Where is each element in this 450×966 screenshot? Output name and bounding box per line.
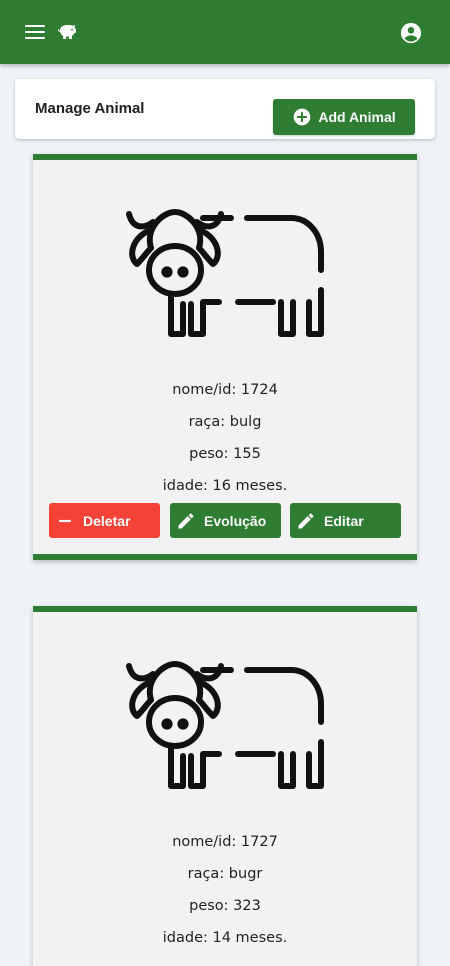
animal-card: nome/id: 1724 raça: bulg peso: 155 idade…	[33, 154, 417, 560]
app-bar	[0, 0, 450, 64]
edit-label: Editar	[324, 512, 364, 529]
cow-icon	[123, 660, 329, 792]
delete-label: Deletar	[83, 512, 131, 529]
animal-card: nome/id: 1727 raça: bugr peso: 323 idade…	[33, 606, 417, 966]
edit-button[interactable]: Editar	[290, 503, 401, 538]
delete-button[interactable]: Deletar	[49, 503, 160, 538]
piggy-bank-icon[interactable]	[56, 20, 80, 44]
evolution-button[interactable]: Evolução	[170, 503, 281, 538]
manage-animal-header: Manage Animal Add Animal	[15, 79, 435, 139]
pencil-icon	[178, 512, 194, 528]
account-circle-icon[interactable]	[400, 22, 422, 44]
add-circle-icon	[294, 108, 311, 126]
animal-weight: peso: 323	[189, 898, 261, 914]
remove-icon	[59, 519, 71, 522]
animal-age: idade: 16 meses.	[162, 478, 288, 494]
animal-age: idade: 14 meses.	[162, 930, 288, 946]
cow-icon	[123, 208, 329, 340]
add-animal-button[interactable]: Add Animal	[273, 99, 415, 135]
animal-id: nome/id: 1727	[172, 834, 278, 850]
menu-icon[interactable]	[24, 23, 46, 41]
animal-weight: peso: 155	[189, 446, 261, 462]
add-animal-label: Add Animal	[318, 109, 396, 125]
pencil-icon	[298, 512, 314, 528]
evolution-label: Evolução	[204, 512, 267, 529]
animal-breed: raça: bugr	[187, 866, 263, 882]
page-title: Manage Animal	[35, 100, 145, 117]
animal-breed: raça: bulg	[188, 414, 262, 430]
animal-id: nome/id: 1724	[172, 382, 278, 398]
